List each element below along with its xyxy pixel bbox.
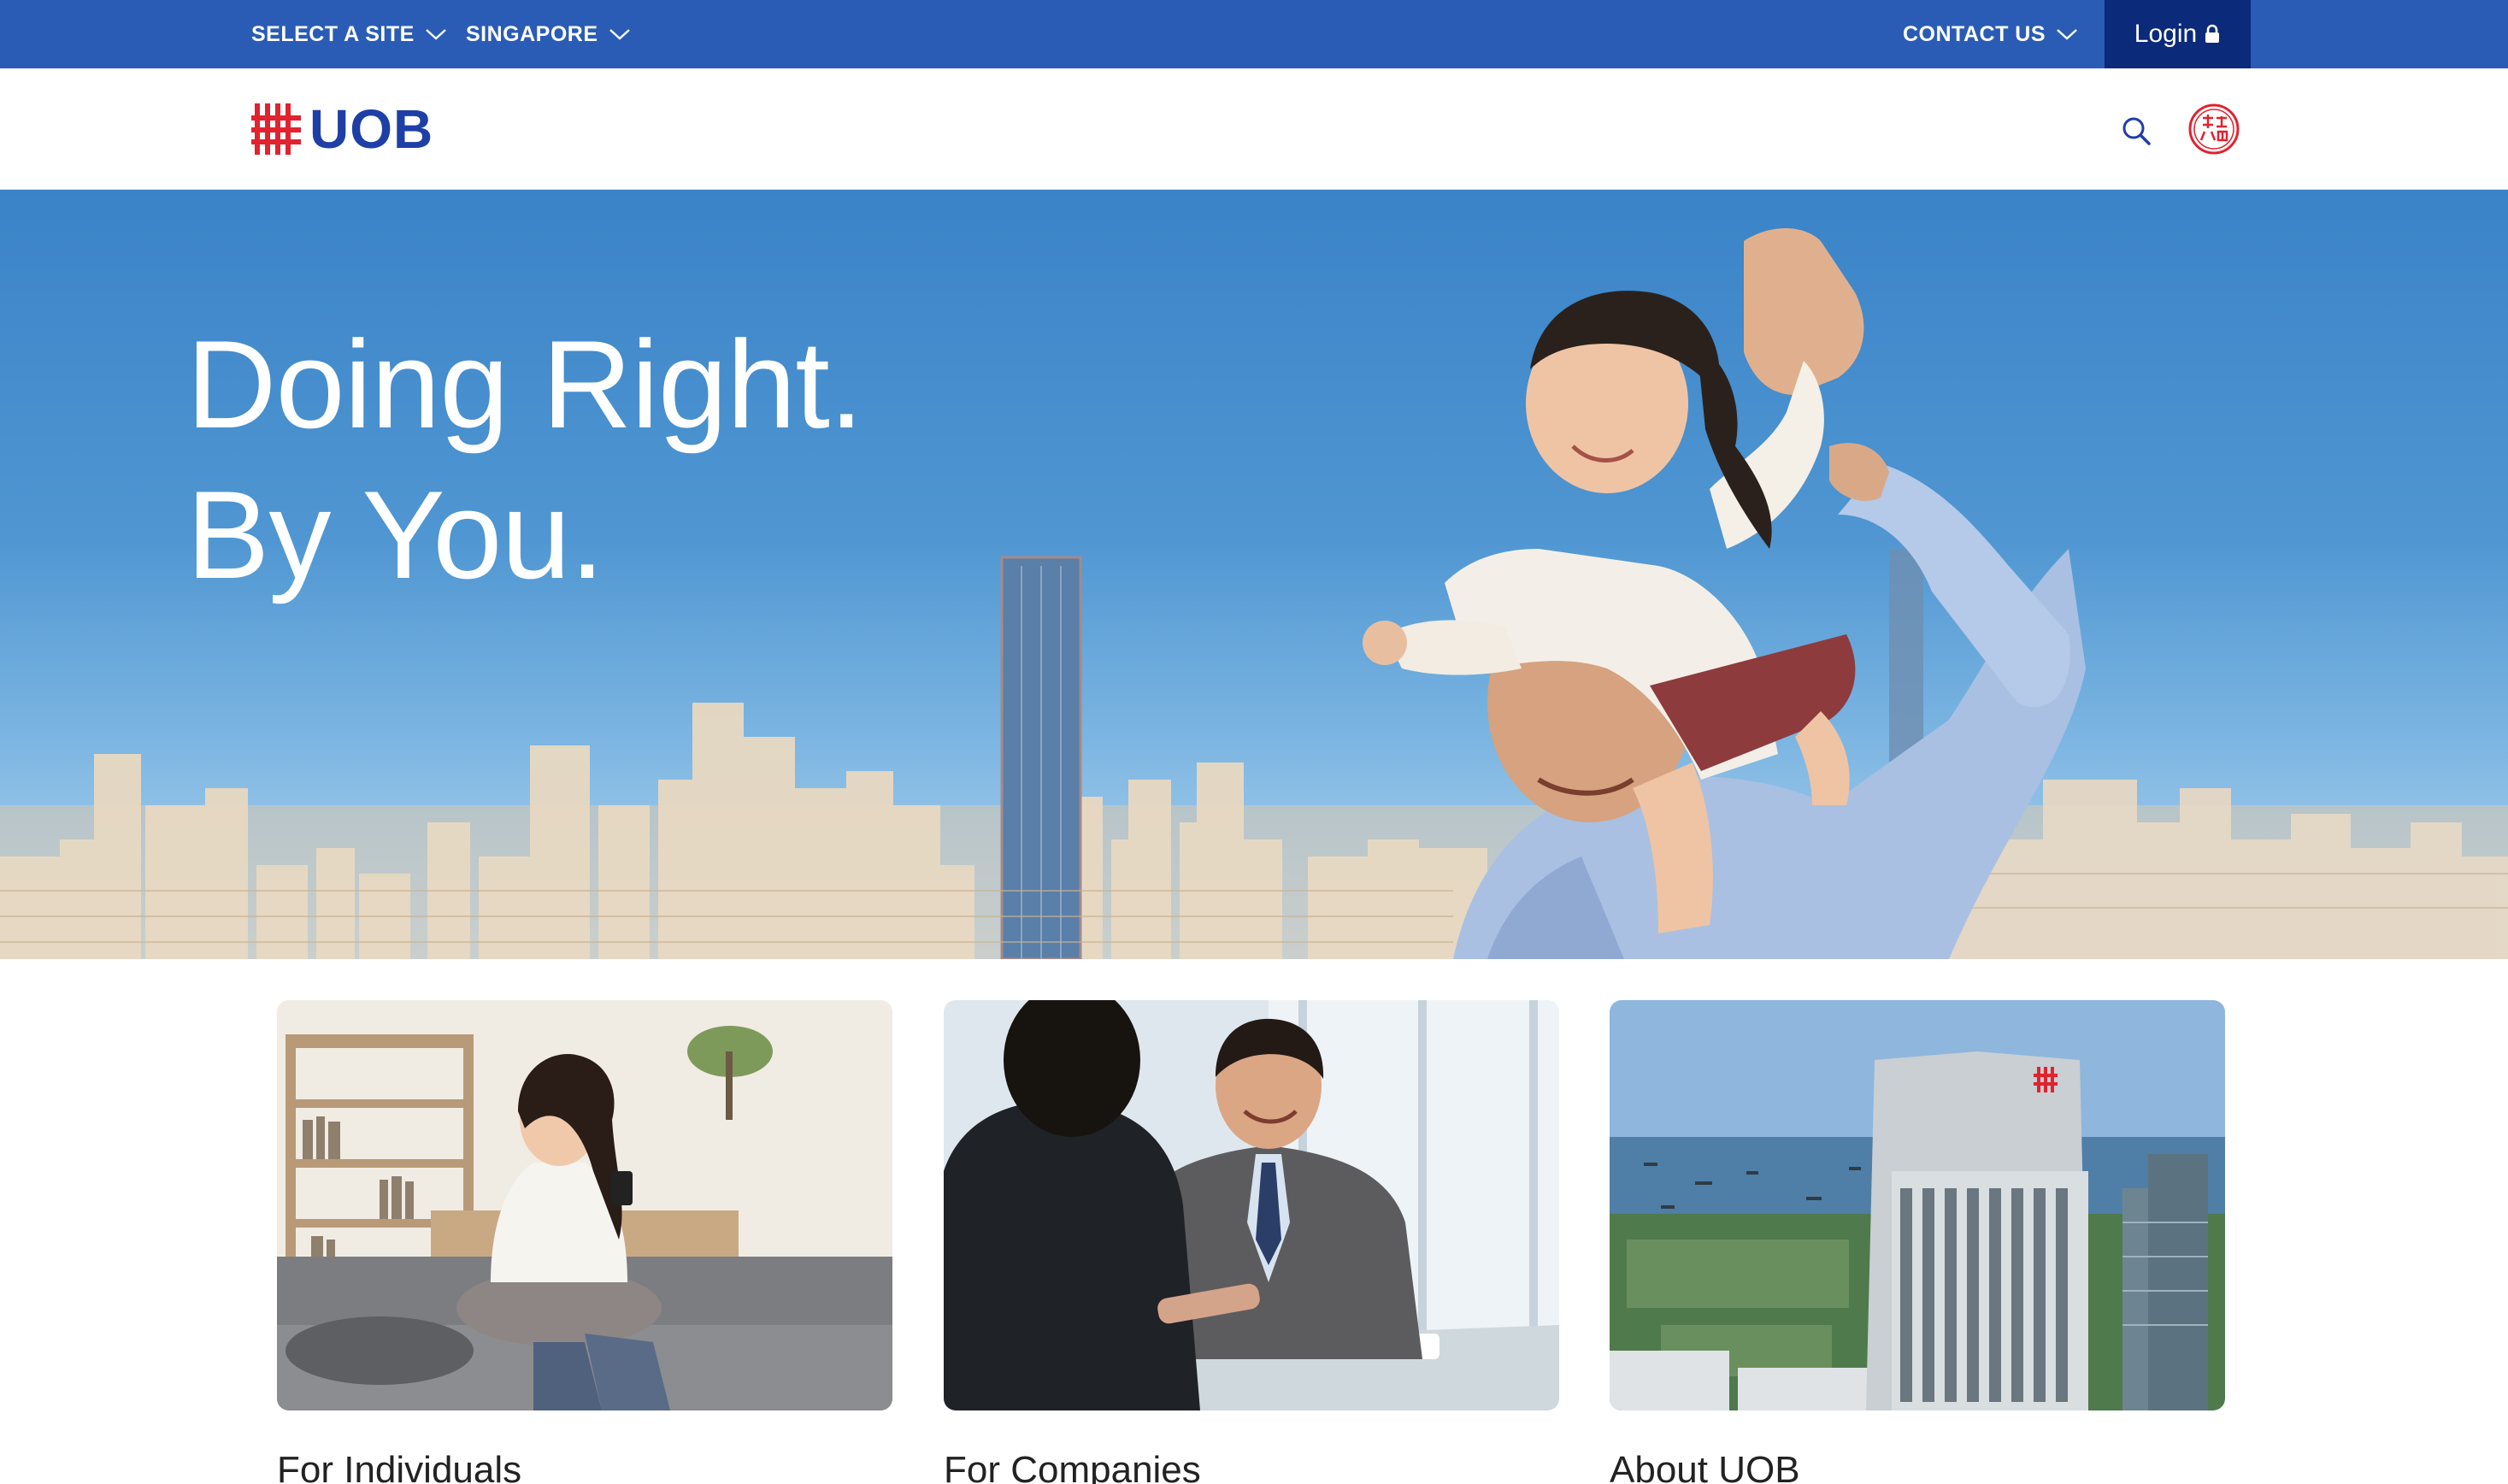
chinese-language-button[interactable] [2187,103,2240,156]
site-header: UOB [0,68,2508,190]
contact-us-dropdown[interactable]: CONTACT US [1903,0,2078,68]
card-individuals-title[interactable]: For Individuals [277,1449,521,1484]
chevron-down-icon [609,29,630,40]
uob-logo-mark [251,103,301,155]
search-icon [2122,117,2151,145]
region-label: SINGAPORE [466,21,598,46]
hero-headline: Doing Right. By You. [186,309,863,610]
chevron-down-icon [2057,29,2077,40]
card-about-uob-title[interactable]: About UOB [1610,1449,1800,1484]
select-site-dropdown[interactable]: SELECT A SITE [251,0,447,68]
card-companies-title[interactable]: For Companies [944,1449,1201,1484]
uob-logo[interactable]: UOB [251,101,433,157]
lock-icon [2205,24,2220,43]
login-button[interactable]: Login [2105,0,2251,68]
card-individuals[interactable]: For Individuals [277,1000,892,1484]
select-site-label: SELECT A SITE [251,21,415,46]
utility-bar: SELECT A SITE SINGAPORE CONTACT US Login [0,0,2508,68]
hero-line-1: Doing Right. [186,315,863,454]
logo-text: UOB [309,98,434,160]
card-companies-image [944,1000,1559,1410]
chinese-seal-icon [2188,103,2240,155]
card-individuals-image [277,1000,892,1410]
card-about-uob[interactable]: About UOB [1610,1000,2225,1484]
search-button[interactable] [2118,113,2156,150]
contact-us-label: CONTACT US [1903,21,2046,46]
region-dropdown[interactable]: SINGAPORE [466,0,631,68]
card-companies[interactable]: For Companies [944,1000,1559,1484]
hero-line-2: By You. [186,465,604,604]
chevron-down-icon [425,29,446,40]
login-label: Login [2134,20,2198,48]
hero-banner[interactable]: Doing Right. By You. [0,190,2508,959]
card-about-uob-image [1610,1000,2225,1410]
